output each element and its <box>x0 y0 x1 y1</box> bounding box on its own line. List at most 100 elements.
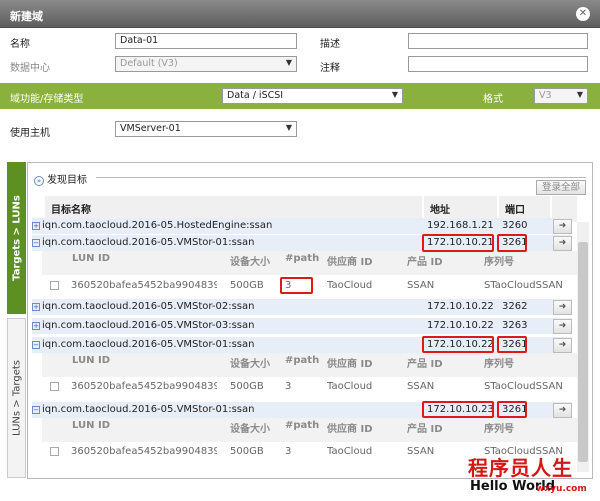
highlight-box <box>497 234 527 252</box>
storage-type-value: Data / iSCSI <box>227 90 284 101</box>
desc-input[interactable] <box>408 33 588 49</box>
close-icon[interactable]: ✕ <box>576 7 590 21</box>
target-row: + iqn.com.taocloud.2016-05.VMStor-02:ssan… <box>32 299 572 315</box>
login-target-button[interactable]: ➜ <box>553 219 572 234</box>
comment-label: 注释 <box>320 63 340 74</box>
chevron-right-icon: » <box>34 176 44 186</box>
expand-toggle-icon[interactable]: + <box>32 322 40 330</box>
lun-header-row: LUN ID 设备大小 #path 供应商 ID 产品 ID 序列号 <box>42 353 577 377</box>
lun-column-product: 产品 ID <box>407 257 443 268</box>
lun-path: 3 <box>285 446 292 457</box>
login-target-button[interactable]: ➜ <box>553 319 572 334</box>
comment-input[interactable] <box>408 56 588 72</box>
target-row: + iqn.com.taocloud.2016-05.VMStor-03:ssan… <box>32 318 572 334</box>
lun-id: 360520bafea5452ba9904839fde <box>71 446 217 457</box>
lun-column-size: 设备大小 <box>230 359 270 370</box>
format-select[interactable]: V3 ▼ <box>534 88 588 104</box>
highlight-box <box>497 336 527 353</box>
target-name: − iqn.com.taocloud.2016-05.VMStor-01:ssan <box>32 237 417 248</box>
format-value: V3 <box>539 90 552 101</box>
highlight-box <box>422 401 494 418</box>
lun-size: 500GB <box>230 381 264 392</box>
scrollbar-thumb[interactable] <box>578 242 588 462</box>
lun-checkbox[interactable] <box>50 281 59 290</box>
expand-toggle-icon[interactable]: − <box>32 239 40 247</box>
expand-toggle-icon[interactable]: + <box>32 303 40 311</box>
login-target-button[interactable]: ➜ <box>553 236 572 251</box>
divider <box>96 177 586 178</box>
lun-column-lun-id: LUN ID <box>72 420 111 431</box>
lun-column-lun-id: LUN ID <box>72 253 111 264</box>
lun-column-product: 产品 ID <box>407 424 443 435</box>
tab-luns-targets[interactable]: LUNs > Targets <box>7 318 26 478</box>
target-name: + iqn.com.taocloud.2016-05.VMStor-03:ssan <box>32 320 417 331</box>
storage-type-select[interactable]: Data / iSCSI ▼ <box>222 88 403 104</box>
target-name-text: iqn.com.taocloud.2016-05.VMStor-02:ssan <box>42 301 255 312</box>
lun-column-size: 设备大小 <box>230 257 270 268</box>
lun-checkbox[interactable] <box>50 447 59 456</box>
lun-product: SSAN <box>407 280 435 291</box>
lun-header-row: LUN ID 设备大小 #path 供应商 ID 产品 ID 序列号 <box>42 418 577 442</box>
dialog-title: 新建域 <box>10 10 43 23</box>
host-select[interactable]: VMServer-01 ▼ <box>115 121 297 137</box>
discover-targets-toggle[interactable]: » 发现目标 <box>34 171 87 186</box>
lun-column-serial: 序列号 <box>484 424 514 435</box>
desc-label: 描述 <box>320 39 340 50</box>
lun-serial: STaoCloudSSAN <box>484 381 563 392</box>
lun-vendor: TaoCloud <box>327 280 373 291</box>
login-target-button[interactable]: ➜ <box>553 338 572 353</box>
watermark-url: wxyu.com <box>536 484 587 494</box>
lun-column-path: #path <box>285 420 320 431</box>
dialog-titlebar: 新建域 ✕ <box>0 0 600 28</box>
target-name: + iqn.com.taocloud.2016-05.VMStor-02:ssan <box>32 301 417 312</box>
lun-row: 360520bafea5452ba9904839fde 500GB 3 TaoClou… <box>42 379 577 395</box>
lun-column-vendor: 供应商 ID <box>327 257 373 268</box>
lun-header-row: LUN ID 设备大小 #path 供应商 ID 产品 ID 序列号 <box>42 251 577 275</box>
chevron-down-icon: ▼ <box>576 90 583 99</box>
target-port: 3263 <box>502 320 528 331</box>
highlight-box <box>280 277 313 294</box>
lun-id: 360520bafea5452ba9904839fde <box>71 280 217 291</box>
lun-column-vendor: 供应商 ID <box>327 424 373 435</box>
lun-checkbox[interactable] <box>50 382 59 391</box>
lun-column-path: #path <box>285 355 320 366</box>
datacenter-value: Default (V3) <box>120 58 178 69</box>
watermark-title: 程序员人生 <box>468 456 573 480</box>
target-address: 172.10.10.22 <box>427 301 494 312</box>
target-name-text: iqn.com.taocloud.2016-05.VMStor-01:ssan <box>42 404 255 415</box>
target-address: 192.168.1.21 <box>427 220 494 231</box>
lun-column-serial: 序列号 <box>484 359 514 370</box>
tab-luns-targets-label: LUNs > Targets <box>11 360 22 436</box>
lun-column-serial: 序列号 <box>484 257 514 268</box>
tab-targets-luns[interactable]: Targets > LUNs <box>7 162 26 314</box>
lun-serial: STaoCloudSSAN <box>484 280 563 291</box>
storage-type-label: 域功能/存储类型 <box>10 94 84 105</box>
target-name: − iqn.com.taocloud.2016-05.VMStor-01:ssan <box>32 404 417 415</box>
format-label: 格式 <box>483 94 503 105</box>
name-label: 名称 <box>10 39 30 50</box>
host-label: 使用主机 <box>10 128 50 139</box>
datacenter-select[interactable]: Default (V3) ▼ <box>115 56 297 72</box>
chevron-down-icon: ▼ <box>285 58 292 67</box>
lun-product: SSAN <box>407 381 435 392</box>
expand-toggle-icon[interactable]: − <box>32 406 40 414</box>
login-target-button[interactable]: ➜ <box>553 300 572 315</box>
host-value: VMServer-01 <box>120 123 181 134</box>
expand-toggle-icon[interactable]: + <box>32 222 40 230</box>
target-name-text: iqn.com.taocloud.2016-05.HostedEngine:ss… <box>42 220 273 231</box>
discover-label: 发现目标 <box>47 175 87 186</box>
lun-column-size: 设备大小 <box>230 424 270 435</box>
target-name: − iqn.com.taocloud.2016-05.VMStor-01:ssan <box>32 339 417 350</box>
target-name: + iqn.com.taocloud.2016-05.HostedEngine:s… <box>32 220 417 231</box>
name-input[interactable]: Data-01 <box>115 33 297 49</box>
target-name-text: iqn.com.taocloud.2016-05.VMStor-03:ssan <box>42 320 255 331</box>
target-row: + iqn.com.taocloud.2016-05.HostedEngine:s… <box>32 218 572 234</box>
storage-type-bar: 域功能/存储类型 Data / iSCSI ▼ 格式 V3 ▼ <box>0 83 600 109</box>
lun-path: 3 <box>285 381 292 392</box>
vertical-scrollbar[interactable] <box>577 222 589 472</box>
target-port: 3262 <box>502 301 528 312</box>
login-target-button[interactable]: ➜ <box>553 403 572 418</box>
expand-toggle-icon[interactable]: − <box>32 341 40 349</box>
login-all-button[interactable]: 登录全部 <box>536 180 586 195</box>
lun-column-product: 产品 ID <box>407 359 443 370</box>
